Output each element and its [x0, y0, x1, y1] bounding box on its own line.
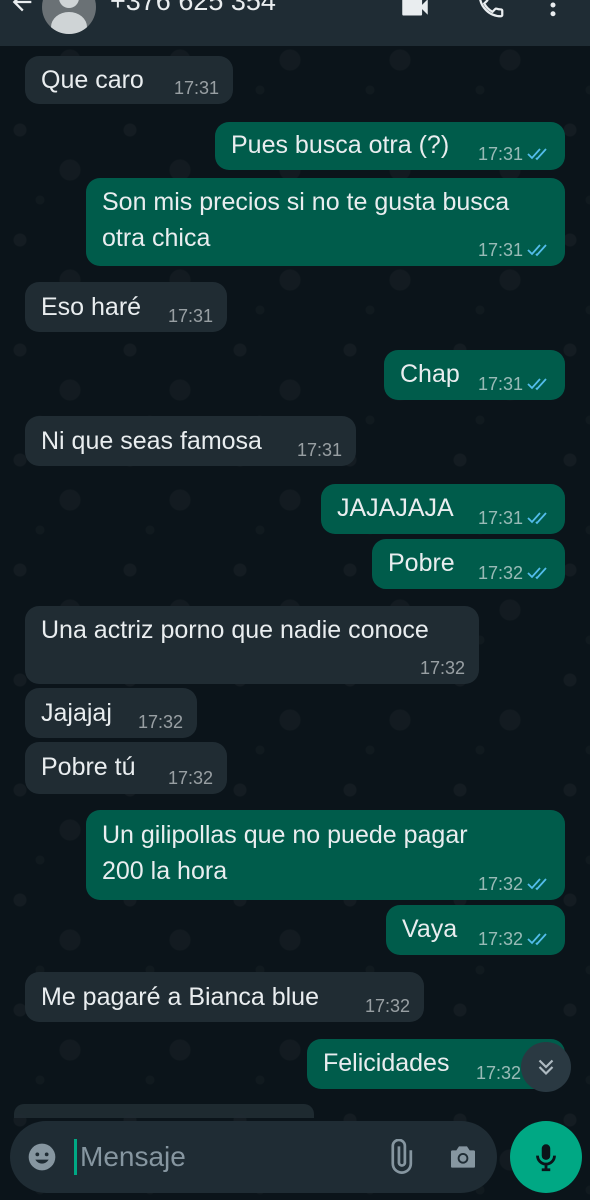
message-time: 17:31 [167, 306, 213, 326]
contact-avatar[interactable] [42, 0, 96, 34]
message-time: 17:31 [477, 240, 523, 260]
double-check-icon [527, 148, 547, 161]
scroll-to-bottom-button[interactable] [521, 1042, 571, 1092]
paperclip-icon[interactable] [382, 1139, 418, 1175]
message-meta: 17:31 [297, 440, 342, 460]
double-check-icon [527, 878, 547, 891]
message-time: 17:32 [419, 658, 465, 678]
message-meta: 17:32 [168, 768, 213, 788]
message-meta: 17:31 [478, 240, 551, 260]
message-incoming[interactable]: Pobre tú 17:32 [25, 742, 227, 794]
double-check-icon [527, 512, 547, 525]
back-arrow-icon[interactable] [8, 0, 36, 16]
message-time: 17:32 [364, 996, 410, 1016]
message-incoming[interactable]: Una actriz porno que nadie conoce 17:32 [25, 606, 479, 684]
message-time: 17:31 [477, 374, 523, 394]
message-outgoing[interactable]: Chap 17:31 [384, 350, 565, 400]
message-outgoing[interactable]: Un gilipollas que no puede pagar 200 la … [86, 810, 565, 900]
camera-icon[interactable] [447, 1141, 479, 1173]
message-meta: 17:32 [478, 563, 551, 583]
message-meta: 17:32 [138, 712, 183, 732]
double-check-icon [527, 933, 547, 946]
message-time: 17:31 [173, 78, 219, 98]
message-time: 17:32 [477, 563, 523, 583]
message-meta: 17:32 [476, 1063, 521, 1083]
phone-icon[interactable] [476, 0, 506, 20]
voice-message-button[interactable] [510, 1121, 582, 1193]
message-meta: 17:32 [420, 658, 465, 678]
message-time: 17:32 [475, 1063, 521, 1083]
message-input[interactable]: Mensaje [80, 1139, 186, 1175]
message-outgoing[interactable]: Son mis precios si no te gusta busca otr… [86, 178, 565, 266]
contact-name[interactable]: +376 625 354 [110, 0, 276, 17]
message-time: 17:31 [477, 508, 523, 528]
message-meta: 17:31 [478, 374, 551, 394]
partially-visible-message [14, 1104, 314, 1118]
double-check-icon [527, 567, 547, 580]
message-meta: 17:31 [478, 144, 551, 164]
message-incoming[interactable]: Me pagaré a Bianca blue 17:32 [25, 972, 424, 1022]
message-outgoing[interactable]: Pues busca otra (?) 17:31 [215, 122, 565, 170]
message-meta: 17:31 [478, 508, 551, 528]
message-incoming[interactable]: Jajajaj 17:32 [25, 688, 197, 738]
double-check-icon [527, 244, 547, 257]
message-meta: 17:31 [174, 78, 219, 98]
message-time: 17:32 [477, 929, 523, 949]
message-time: 17:32 [477, 874, 523, 894]
chat-header: +376 625 354 [0, 0, 590, 46]
message-meta: 17:31 [168, 306, 213, 326]
message-outgoing[interactable]: Vaya 17:32 [386, 905, 565, 955]
video-call-icon[interactable] [398, 0, 432, 24]
message-meta: 17:32 [478, 874, 551, 894]
message-time: 17:31 [477, 144, 523, 164]
message-incoming[interactable]: Eso haré 17:31 [25, 282, 227, 332]
double-check-icon [527, 378, 547, 391]
message-meta: 17:32 [365, 996, 410, 1016]
message-time: 17:32 [167, 768, 213, 788]
text-cursor [74, 1139, 77, 1175]
message-incoming[interactable]: Ni que seas famosa 17:31 [25, 416, 356, 466]
message-outgoing[interactable]: JAJAJAJA 17:31 [321, 484, 565, 534]
more-vertical-icon[interactable] [538, 0, 568, 20]
message-composer[interactable]: Mensaje [10, 1121, 497, 1193]
emoji-icon[interactable] [26, 1141, 58, 1173]
message-time: 17:32 [137, 712, 183, 732]
mic-icon [536, 1144, 556, 1172]
message-incoming[interactable]: Que caro 17:31 [25, 56, 233, 104]
message-meta: 17:32 [478, 929, 551, 949]
chevron-double-down-icon [538, 1059, 554, 1076]
message-time: 17:31 [296, 440, 342, 460]
message-outgoing[interactable]: Pobre 17:32 [372, 539, 565, 589]
